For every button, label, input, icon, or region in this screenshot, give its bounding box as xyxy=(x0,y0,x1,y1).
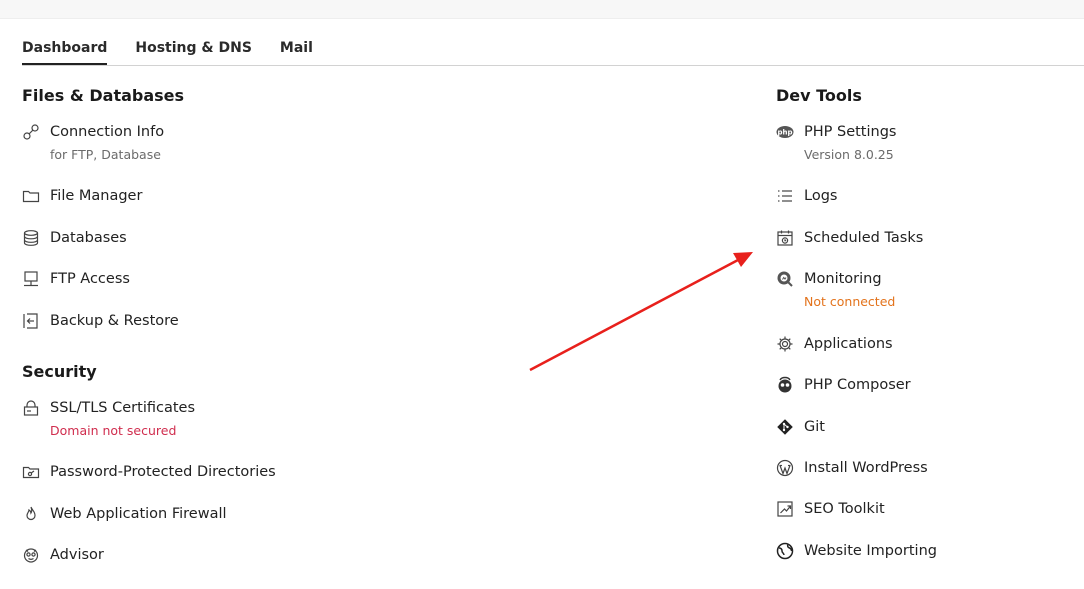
php-settings-label: PHP Settings xyxy=(804,124,897,140)
monitoring-icon xyxy=(776,270,794,288)
tab-mail[interactable]: Mail xyxy=(280,38,313,64)
seo-chart-icon xyxy=(776,500,794,518)
page: Dashboard Hosting & DNS Mail Files & Dat… xyxy=(0,0,1084,589)
php-settings-link[interactable]: php PHP Settings Version 8.0.25 xyxy=(776,123,896,162)
php-icon: php xyxy=(776,123,794,141)
section-title-dev-tools: Dev Tools xyxy=(776,86,862,105)
applications-label: Applications xyxy=(804,336,893,352)
file-manager-link[interactable]: File Manager xyxy=(22,187,142,205)
ssl-status-text: Domain not secured xyxy=(50,423,177,438)
website-importing-link[interactable]: Website Importing xyxy=(776,542,937,560)
password-protected-directories-label: Password-Protected Directories xyxy=(50,464,276,480)
list-icon xyxy=(776,187,794,205)
monitoring-label: Monitoring xyxy=(804,271,882,287)
ssl-tls-certificates-link[interactable]: SSL/TLS Certificates Domain not secured xyxy=(22,399,195,438)
php-composer-label: PHP Composer xyxy=(804,377,911,393)
ftp-access-label: FTP Access xyxy=(50,271,130,287)
section-title-security: Security xyxy=(22,362,97,381)
calendar-clock-icon xyxy=(776,229,794,247)
tab-hosting-dns[interactable]: Hosting & DNS xyxy=(135,38,252,64)
advisor-icon xyxy=(22,546,40,564)
web-application-firewall-label: Web Application Firewall xyxy=(50,506,227,522)
php-version-text: Version 8.0.25 xyxy=(804,147,894,162)
key-folder-icon xyxy=(22,463,40,481)
backup-restore-label: Backup & Restore xyxy=(50,313,179,329)
web-application-firewall-link[interactable]: Web Application Firewall xyxy=(22,505,227,523)
website-importing-label: Website Importing xyxy=(804,543,937,559)
ftp-icon xyxy=(22,270,40,288)
top-bar xyxy=(0,0,1084,19)
databases-link[interactable]: Databases xyxy=(22,229,127,247)
php-composer-link[interactable]: PHP Composer xyxy=(776,376,911,394)
scheduled-tasks-link[interactable]: Scheduled Tasks xyxy=(776,229,923,247)
flame-icon xyxy=(22,505,40,523)
gear-icon xyxy=(776,335,794,353)
link-icon xyxy=(22,123,40,141)
install-wordpress-link[interactable]: Install WordPress xyxy=(776,459,928,477)
certificate-lock-icon xyxy=(22,399,40,417)
composer-icon xyxy=(776,376,794,394)
logs-label: Logs xyxy=(804,188,838,204)
logs-link[interactable]: Logs xyxy=(776,187,837,205)
git-icon xyxy=(776,418,794,436)
tab-dashboard[interactable]: Dashboard xyxy=(22,38,108,65)
advisor-link[interactable]: Advisor xyxy=(22,546,104,564)
tab-bar: Dashboard Hosting & DNS Mail xyxy=(22,38,1084,66)
wordpress-icon xyxy=(776,459,794,477)
git-label: Git xyxy=(804,419,825,435)
database-icon xyxy=(22,229,40,247)
git-link[interactable]: Git xyxy=(776,418,825,436)
backup-restore-link[interactable]: Backup & Restore xyxy=(22,312,179,330)
backup-icon xyxy=(22,312,40,330)
applications-link[interactable]: Applications xyxy=(776,335,893,353)
globe-import-icon xyxy=(776,542,794,560)
connection-info-label: Connection Info xyxy=(50,124,165,140)
connection-info-description: for FTP, Database xyxy=(50,147,161,162)
scheduled-tasks-label: Scheduled Tasks xyxy=(804,230,924,246)
ftp-access-link[interactable]: FTP Access xyxy=(22,270,130,288)
section-title-files-databases: Files & Databases xyxy=(22,86,185,105)
connection-info-link[interactable]: Connection Info for FTP, Database xyxy=(22,123,164,162)
seo-toolkit-link[interactable]: SEO Toolkit xyxy=(776,500,885,518)
databases-label: Databases xyxy=(50,230,127,246)
seo-toolkit-label: SEO Toolkit xyxy=(804,501,885,517)
password-protected-directories-link[interactable]: Password-Protected Directories xyxy=(22,463,276,481)
file-manager-label: File Manager xyxy=(50,188,143,204)
ssl-tls-certificates-label: SSL/TLS Certificates xyxy=(50,400,195,416)
svg-text:php: php xyxy=(777,129,792,137)
folder-icon xyxy=(22,187,40,205)
monitoring-status-text: Not connected xyxy=(804,294,896,309)
advisor-label: Advisor xyxy=(50,547,104,563)
monitoring-link[interactable]: Monitoring Not connected xyxy=(776,270,895,309)
install-wordpress-label: Install WordPress xyxy=(804,460,928,476)
